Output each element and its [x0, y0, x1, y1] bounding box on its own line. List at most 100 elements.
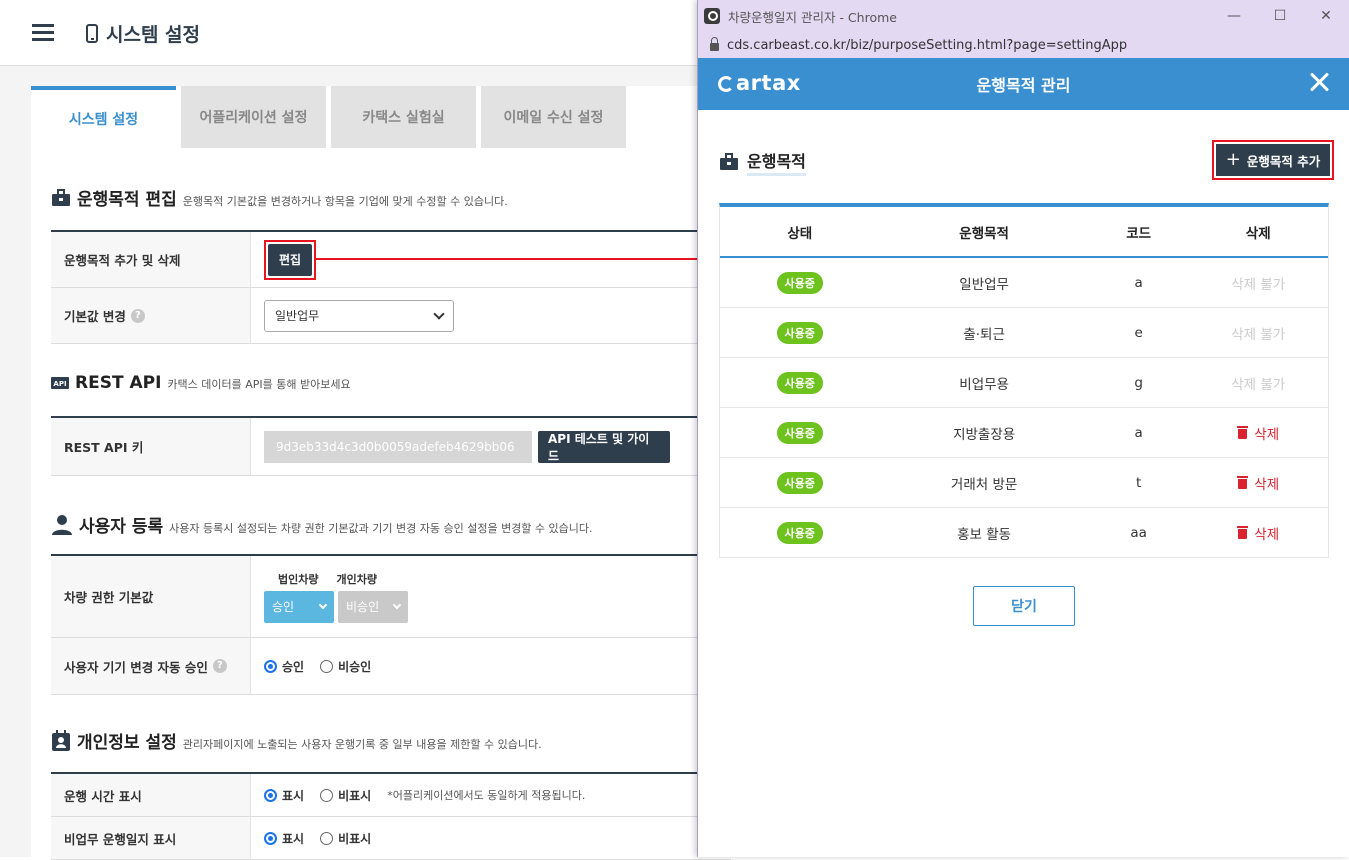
- user-row-permission: 차량 권한 기본값 법인차량 개인차량 승인 비승인: [51, 556, 731, 638]
- popup-window: 차량운행일지 관리자 - Chrome — ☐ ✕ cds.carbeast.c…: [697, 0, 1349, 857]
- radio-checked-icon: [264, 831, 277, 845]
- col-delete: 삭제: [1245, 225, 1271, 242]
- app-note: *어플리케이션에서도 동일하게 적용됩니다.: [387, 789, 586, 802]
- delete-cell[interactable]: 삭제: [1188, 473, 1328, 493]
- briefcase-icon: [720, 153, 738, 170]
- purpose-cell: 일반업무: [959, 276, 1009, 293]
- vehicle-permission-label: 차량 권한 기본값: [51, 556, 251, 637]
- tab-app-settings[interactable]: 어플리케이션 설정: [181, 86, 326, 148]
- code-cell: e: [1134, 324, 1143, 341]
- nonbusiness-log-label: 비업무 운행일지 표시: [51, 817, 251, 859]
- delete-link: 삭제: [1254, 426, 1280, 443]
- purpose-row-default: 기본값 변경? 일반업무: [51, 288, 731, 344]
- hide-label: 비표시: [338, 831, 372, 846]
- status-badge: 사용중: [776, 321, 823, 344]
- delete-link: 삭제: [1254, 476, 1280, 493]
- privacy-section-title: 개인정보 설정: [77, 733, 177, 753]
- address-bar[interactable]: cds.carbeast.co.kr/biz/purposeSetting.ht…: [698, 32, 1349, 58]
- status-cell: 사용중: [720, 371, 879, 394]
- rest-section-title: REST API: [75, 373, 162, 393]
- status-badge: 사용중: [776, 421, 823, 444]
- purpose-section-header: 운행목적 편집 운행목적 기본값을 변경하거나 항목을 기업에 맞게 수정할 수…: [51, 185, 508, 210]
- privacy-section-desc: 관리자페이지에 노출되는 사용자 운행기록 중 일부 내용을 제한할 수 있습니…: [182, 738, 542, 751]
- purpose-list-table: 상태 운행목적 코드 삭제 사용중 일반업무 a 삭제 불가 사용중 출·퇴근 e 삭제 불가…: [719, 203, 1329, 558]
- radio-unchecked-icon: [320, 831, 334, 845]
- privacy-row-nonbusiness: 비업무 운행일지 표시 표시 비표시: [51, 817, 731, 860]
- nonbusiness-show-radio[interactable]: 표시: [264, 830, 304, 847]
- status-badge: 사용중: [776, 371, 823, 394]
- annotation-arrow-line: [316, 258, 701, 260]
- radio-checked-icon: [264, 659, 277, 673]
- radio-unchecked-icon: [320, 659, 334, 673]
- status-cell: 사용중: [720, 471, 879, 494]
- tab-email-settings[interactable]: 이메일 수신 설정: [481, 86, 626, 148]
- approve-radio[interactable]: 승인: [264, 658, 304, 675]
- help-icon[interactable]: ?: [130, 308, 145, 323]
- delete-disabled-text: 삭제 불가: [1231, 376, 1286, 393]
- reject-radio[interactable]: 비승인: [320, 658, 371, 675]
- radio-unchecked-icon: [320, 788, 334, 802]
- nonbusiness-hide-radio[interactable]: 비표시: [320, 830, 371, 847]
- window-close-button[interactable]: ✕: [1303, 0, 1349, 32]
- personal-vehicle-label: 개인차량: [336, 572, 377, 586]
- close-icon[interactable]: [1307, 70, 1331, 94]
- default-purpose-select[interactable]: 일반업무: [264, 299, 454, 332]
- device-auto-approve-label: 사용자 기기 변경 자동 승인: [64, 659, 208, 675]
- code-cell: t: [1135, 474, 1142, 491]
- code-cell: g: [1134, 374, 1143, 391]
- rest-table: REST API 키 9d3eb33d4c3d0b0059adefeb4629b…: [51, 416, 731, 476]
- cartax-logo: artax: [718, 71, 801, 95]
- table-row: 사용중 비업무용 g 삭제 불가: [720, 358, 1328, 408]
- corp-vehicle-label: 법인차량: [278, 572, 319, 586]
- table-row: 사용중 일반업무 a 삭제 불가: [720, 258, 1328, 308]
- minimize-button[interactable]: —: [1211, 0, 1257, 32]
- privacy-row-time: 운행 시간 표시 표시 비표시 *어플리케이션에서도 동일하게 적용됩니다.: [51, 774, 731, 817]
- purpose-cell: 지방출장용: [953, 426, 1016, 443]
- time-show-radio[interactable]: 표시: [264, 787, 304, 804]
- privacy-table: 운행 시간 표시 표시 비표시 *어플리케이션에서도 동일하게 적용됩니다. 비…: [51, 772, 731, 860]
- user-section-header: 사용자 등록 사용자 등록시 설정되는 차량 권한 기본값과 기기 변경 자동 …: [51, 512, 593, 537]
- phone-icon: [86, 24, 98, 43]
- status-cell: 사용중: [720, 321, 879, 344]
- user-row-device: 사용자 기기 변경 자동 승인? 승인 비승인: [51, 638, 731, 695]
- purpose-cell: 비업무용: [959, 376, 1009, 393]
- default-purpose-value: 일반업무: [275, 309, 320, 323]
- menu-icon[interactable]: [32, 24, 54, 42]
- plus-icon: +: [1225, 149, 1241, 170]
- personal-vehicle-select[interactable]: 비승인: [338, 590, 408, 623]
- radio-checked-icon: [264, 788, 277, 802]
- table-row: 사용중 거래처 방문 t 삭제: [720, 458, 1328, 508]
- user-icon: [52, 514, 72, 535]
- help-icon[interactable]: ?: [212, 659, 227, 673]
- maximize-button[interactable]: ☐: [1257, 0, 1303, 32]
- page-title-text: 시스템 설정: [106, 24, 201, 46]
- rest-section-desc: 카택스 데이터를 API를 통해 받아보세요: [167, 378, 351, 391]
- api-test-guide-button[interactable]: API 테스트 및 가이드: [538, 430, 670, 463]
- close-button[interactable]: 닫기: [973, 586, 1075, 626]
- time-hide-radio[interactable]: 비표시: [320, 787, 371, 804]
- code-cell: a: [1134, 274, 1143, 291]
- chevron-down-icon: [433, 307, 445, 320]
- tab-system-settings[interactable]: 시스템 설정: [31, 86, 176, 148]
- delete-cell[interactable]: 삭제: [1188, 423, 1328, 443]
- settings-tabs: 시스템 설정 어플리케이션 설정 카택스 실험실 이메일 수신 설정: [31, 86, 626, 150]
- rest-section-header: API REST API 카택스 데이터를 API를 통해 받아보세요: [51, 373, 351, 393]
- corp-vehicle-value: 승인: [272, 600, 295, 614]
- code-cell: aa: [1130, 524, 1147, 541]
- status-badge: 사용중: [776, 521, 823, 544]
- rest-row-key: REST API 키 9d3eb33d4c3d0b0059adefeb4629b…: [51, 418, 731, 476]
- delete-cell: 삭제 불가: [1188, 323, 1328, 343]
- status-cell: 사용중: [720, 421, 879, 444]
- rest-key-label: REST API 키: [51, 418, 251, 475]
- edit-button[interactable]: 편집: [268, 243, 312, 276]
- table-row: 사용중 지방출장용 a 삭제: [720, 408, 1328, 458]
- tab-cartax-lab[interactable]: 카택스 실험실: [331, 86, 476, 148]
- add-purpose-button[interactable]: + 운행목적 추가: [1216, 144, 1330, 176]
- purpose-cell: 홍보 활동: [957, 526, 1012, 543]
- trash-icon: [1237, 426, 1249, 439]
- user-section-desc: 사용자 등록시 설정되는 차량 권한 기본값과 기기 변경 자동 승인 설정을 …: [169, 522, 593, 535]
- delete-cell[interactable]: 삭제: [1188, 523, 1328, 543]
- corp-vehicle-select[interactable]: 승인: [264, 590, 334, 623]
- briefcase-icon: [52, 188, 70, 206]
- col-status: 상태: [787, 225, 813, 242]
